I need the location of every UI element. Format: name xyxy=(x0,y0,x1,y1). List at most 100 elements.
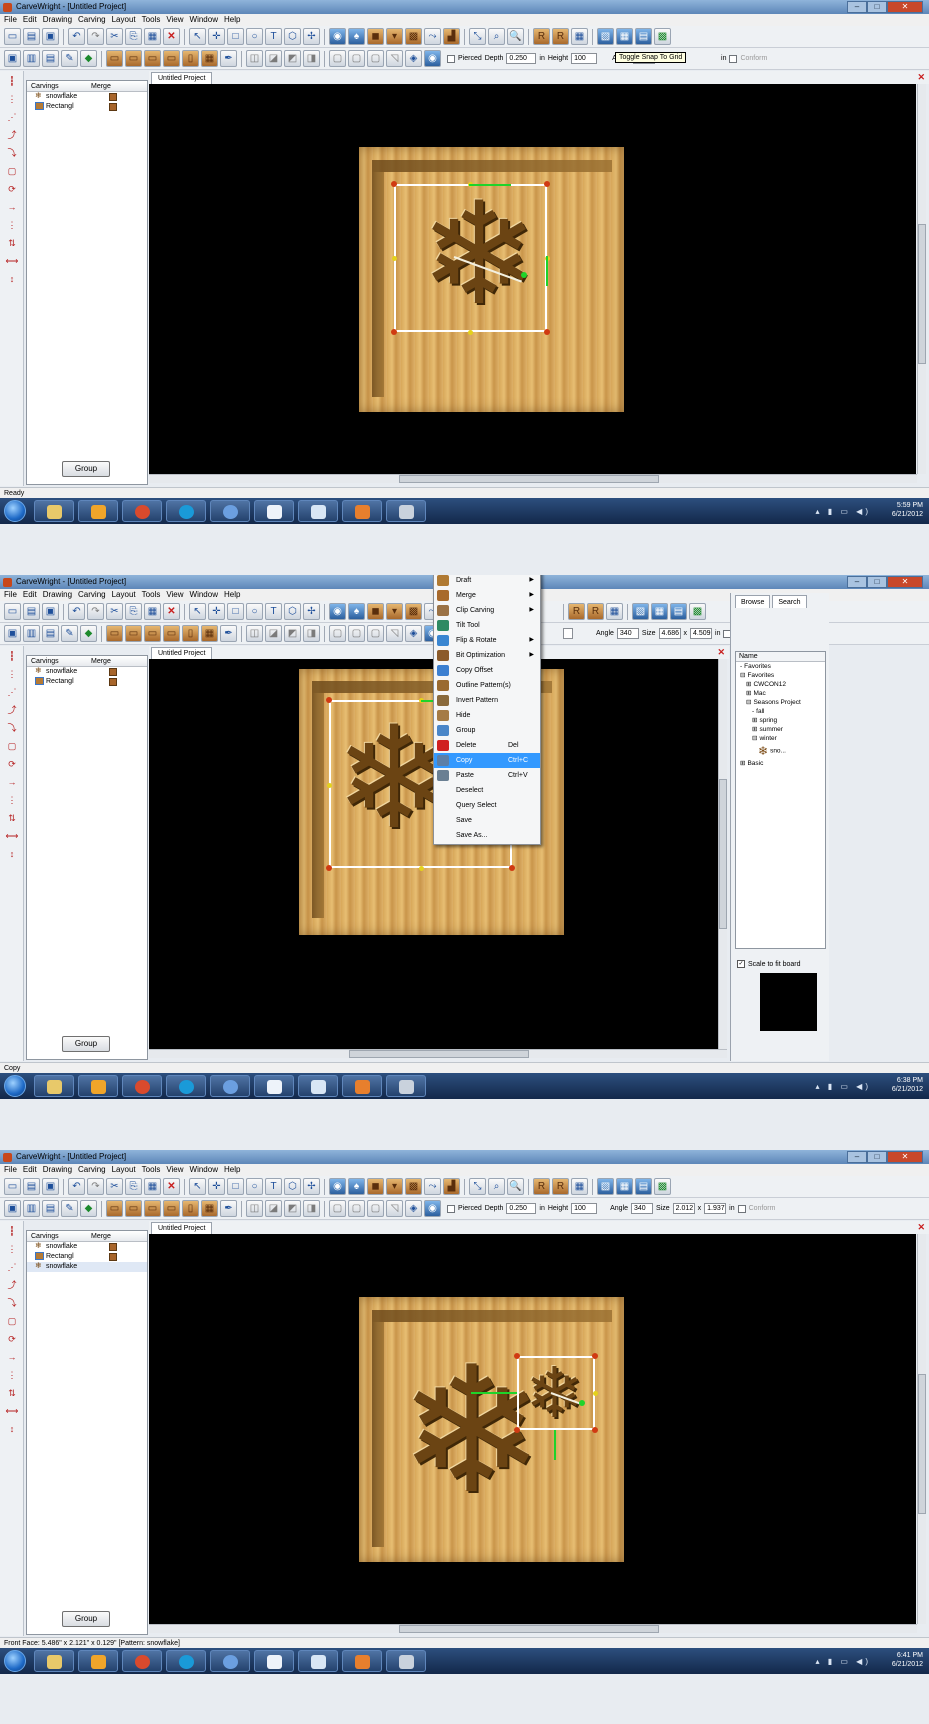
carve-region-icon[interactable]: ◉ xyxy=(329,603,346,620)
expand-icon[interactable]: ⊞ xyxy=(740,760,745,767)
tool-box-icon[interactable]: ▢ xyxy=(4,740,20,752)
menu-item-query-select[interactable]: Query Select xyxy=(434,798,540,813)
fill-icon[interactable]: ◆ xyxy=(80,50,97,67)
start-button[interactable] xyxy=(4,1650,26,1672)
height-input[interactable] xyxy=(563,628,573,639)
tool-chain-icon[interactable]: ⋮ xyxy=(4,219,20,231)
handle-br[interactable] xyxy=(544,329,550,335)
tree-node[interactable]: ⊟ Favorites xyxy=(736,671,825,680)
tray-icons[interactable]: ▴ ▮ ▭ ◀) xyxy=(816,1082,871,1091)
tool-split-icon[interactable]: ⇅ xyxy=(4,237,20,249)
grid-lines-icon[interactable]: ▤ xyxy=(670,603,687,620)
merge-icon[interactable] xyxy=(109,93,117,101)
taskbar-carvewright[interactable] xyxy=(386,500,426,522)
handle-tl[interactable] xyxy=(326,697,332,703)
node-tool-icon[interactable]: ✢ xyxy=(303,603,320,620)
menu-edit[interactable]: Edit xyxy=(23,589,37,601)
tool-span-icon[interactable]: ⟷ xyxy=(4,830,20,842)
col-carvings[interactable]: Carvings xyxy=(27,81,87,91)
menu-window[interactable]: Window xyxy=(190,1164,218,1176)
rotate-handle[interactable] xyxy=(579,1400,585,1406)
cut-icon[interactable]: ✂ xyxy=(106,28,123,45)
brush-icon[interactable]: ✎ xyxy=(61,50,78,67)
menu-edit[interactable]: Edit xyxy=(23,1164,37,1176)
size-width-input[interactable]: 4.686 xyxy=(658,628,681,639)
carve-depth-icon[interactable]: ▭ xyxy=(106,625,123,642)
tree-node[interactable]: - fall xyxy=(736,707,825,716)
pocket-icon[interactable]: ◪ xyxy=(265,50,282,67)
group-button[interactable]: Group xyxy=(62,1036,110,1052)
minimize-button[interactable]: – xyxy=(847,1151,867,1163)
tool-arrow-icon[interactable]: → xyxy=(4,776,20,788)
text-tool-icon[interactable]: T xyxy=(265,603,282,620)
layer-d-icon[interactable]: ◹ xyxy=(386,625,403,642)
grid-lines-icon[interactable]: ▤ xyxy=(635,28,652,45)
text-tool-icon[interactable]: T xyxy=(265,28,282,45)
merge-icon[interactable] xyxy=(109,1243,117,1251)
taskbar-app[interactable] xyxy=(298,1075,338,1097)
menu-layout[interactable]: Layout xyxy=(112,14,136,26)
tree-row-rectangle[interactable]: Rectangl xyxy=(27,677,147,687)
texture-icon[interactable]: ▩ xyxy=(405,28,422,45)
snap-grid-icon[interactable]: ▦ xyxy=(616,1178,633,1195)
carve-edge-icon[interactable]: ▯ xyxy=(182,50,199,67)
layer-a-icon[interactable]: ▢ xyxy=(329,50,346,67)
save-icon[interactable]: ▣ xyxy=(42,603,59,620)
paste-icon[interactable]: ▦ xyxy=(144,1178,161,1195)
new-icon[interactable]: ▭ xyxy=(4,1178,21,1195)
menu-item-outline-pattern-s[interactable]: Outline Pattern(s) xyxy=(434,678,540,693)
handle-br[interactable] xyxy=(509,865,515,871)
tree-row-snowflake[interactable]: ❄ snowflake xyxy=(27,92,147,102)
new-icon[interactable]: ▭ xyxy=(4,603,21,620)
vertical-scrollbar[interactable] xyxy=(917,1234,926,1624)
save-icon[interactable]: ▣ xyxy=(42,1178,59,1195)
paste-icon[interactable]: ▦ xyxy=(144,28,161,45)
menu-drawing[interactable]: Drawing xyxy=(43,1164,72,1176)
grid-icon[interactable]: ▧ xyxy=(597,1178,614,1195)
taskbar-explorer[interactable] xyxy=(34,500,74,522)
tool-box-icon[interactable]: ▢ xyxy=(4,165,20,177)
texture-icon[interactable]: ▩ xyxy=(405,1178,422,1195)
shape-tool-icon[interactable]: ⬡ xyxy=(284,603,301,620)
tool-curve-icon[interactable]: ⤵ xyxy=(4,147,20,159)
merge-icon[interactable] xyxy=(109,1253,117,1261)
layer-a-icon[interactable]: ▢ xyxy=(329,1200,346,1217)
menu-carving[interactable]: Carving xyxy=(78,1164,106,1176)
taskbar-skype[interactable] xyxy=(166,1650,206,1672)
new-icon[interactable]: ▭ xyxy=(4,28,21,45)
rotate-handle[interactable] xyxy=(521,272,527,278)
menu-file[interactable]: File xyxy=(4,589,17,601)
carve-cone-icon[interactable]: ▭ xyxy=(163,1200,180,1217)
menu-item-paste[interactable]: Paste Ctrl+V xyxy=(434,768,540,783)
preview-icon[interactable]: ◉ xyxy=(424,50,441,67)
taskbar-screen[interactable] xyxy=(254,1650,294,1672)
menu-help[interactable]: Help xyxy=(224,1164,240,1176)
conform-checkbox[interactable] xyxy=(729,54,738,63)
taskbar-app[interactable] xyxy=(298,1650,338,1672)
tool-height-icon[interactable]: ↕ xyxy=(4,273,20,285)
tool-cw-icon[interactable]: ⟳ xyxy=(4,183,20,195)
select-arrow-icon[interactable]: ↖ xyxy=(189,1178,206,1195)
tree-node[interactable]: ⊟ Seasons Project xyxy=(736,698,825,707)
pattern-icon[interactable]: ♠ xyxy=(348,603,365,620)
tool-box-icon[interactable]: ▢ xyxy=(4,1315,20,1327)
tool-span-icon[interactable]: ⟷ xyxy=(4,255,20,267)
crosshair-icon[interactable]: ✛ xyxy=(208,603,225,620)
taskbar-skype[interactable] xyxy=(166,1075,206,1097)
scroll-thumb[interactable] xyxy=(399,1625,659,1633)
tree-row-rectangle[interactable]: Rectangl xyxy=(27,1252,147,1262)
scale-to-fit[interactable]: ✓ Scale to fit board xyxy=(737,960,801,968)
bit-icon[interactable]: ▾ xyxy=(386,603,403,620)
board-view-icon[interactable]: ▣ xyxy=(4,1200,21,1217)
taskbar-outlook[interactable] xyxy=(78,500,118,522)
shape-tool-icon[interactable]: ⬡ xyxy=(284,1178,301,1195)
delete-icon[interactable]: ✕ xyxy=(163,28,180,45)
tool-point-icon[interactable]: ⋮ xyxy=(4,668,20,680)
menu-help[interactable]: Help xyxy=(224,14,240,26)
cut-icon[interactable]: ✂ xyxy=(106,603,123,620)
tool-chain-icon[interactable]: ⋮ xyxy=(4,794,20,806)
handle-tr[interactable] xyxy=(544,181,550,187)
tool-measure-icon[interactable]: ┇ xyxy=(4,75,20,87)
layer-d-icon[interactable]: ◹ xyxy=(386,1200,403,1217)
scroll-thumb[interactable] xyxy=(349,1050,529,1058)
